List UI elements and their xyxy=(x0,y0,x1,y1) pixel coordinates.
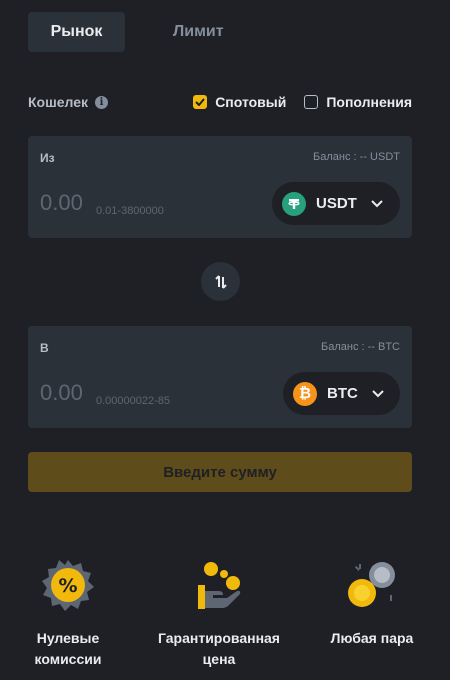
checkbox-unchecked-icon[interactable] xyxy=(304,95,319,109)
feature-guaranteed-price: Гарантированная цена xyxy=(149,555,289,670)
from-label: Из xyxy=(40,151,55,165)
hand-coins-icon xyxy=(149,555,289,615)
checkbox-checked-icon[interactable] xyxy=(193,95,208,109)
to-coin-name: BTC xyxy=(327,385,358,402)
wallet-option-label: Спотовый xyxy=(215,94,287,110)
bitcoin-icon: ₿ xyxy=(293,381,317,406)
svg-text:%: % xyxy=(58,575,77,597)
coin-pair-icon xyxy=(302,555,442,615)
chevron-down-icon xyxy=(372,389,384,398)
swap-arrows-icon xyxy=(213,274,229,290)
from-panel: Из Баланс : -- USDT 0.00 0.01-3800000 US… xyxy=(28,136,412,238)
from-range: 0.01-3800000 xyxy=(96,205,164,217)
wallet-selector: Кошелек i Спотовый Пополнения xyxy=(28,93,412,111)
tab-market[interactable]: Рынок xyxy=(28,12,125,52)
tab-limit[interactable]: Лимит xyxy=(173,12,224,52)
to-coin-selector[interactable]: ₿ BTC xyxy=(283,372,400,415)
to-label: В xyxy=(40,341,49,355)
from-coin-selector[interactable]: USDT xyxy=(272,182,400,225)
feature-label-line2: цена xyxy=(202,651,236,667)
tether-icon xyxy=(282,191,306,216)
to-amount-input[interactable]: 0.00 xyxy=(40,380,83,406)
chevron-down-icon xyxy=(371,199,383,208)
info-icon[interactable]: i xyxy=(95,95,109,109)
feature-label-line1: Любая пара xyxy=(330,630,414,646)
feature-label-line1: Нулевые xyxy=(36,630,100,646)
to-balance: Баланс : -- BTC xyxy=(321,341,400,353)
to-range: 0.00000022-85 xyxy=(96,395,171,407)
feature-label-line1: Гарантированная xyxy=(158,630,280,646)
feature-label-line2: комиссии xyxy=(34,651,102,667)
wallet-option-funding[interactable]: Пополнения xyxy=(304,94,412,110)
feature-any-pair: Любая пара xyxy=(302,555,442,649)
swap-button[interactable] xyxy=(201,262,240,301)
wallet-option-spot[interactable]: Спотовый xyxy=(193,94,286,110)
to-panel: В Баланс : -- BTC 0.00 0.00000022-85 ₿ B… xyxy=(28,326,412,428)
wallet-label: Кошелек xyxy=(28,94,89,110)
wallet-option-label: Пополнения xyxy=(326,94,412,110)
trade-type-tabs: Рынок Лимит xyxy=(28,12,224,52)
from-amount-input[interactable]: 0.00 xyxy=(40,190,83,216)
percent-badge-icon: % xyxy=(0,555,138,615)
from-coin-name: USDT xyxy=(316,195,357,212)
submit-button[interactable]: Введите сумму xyxy=(28,452,412,492)
feature-zero-fees: % Нулевые комиссии xyxy=(0,555,138,670)
from-balance: Баланс : -- USDT xyxy=(313,151,400,163)
